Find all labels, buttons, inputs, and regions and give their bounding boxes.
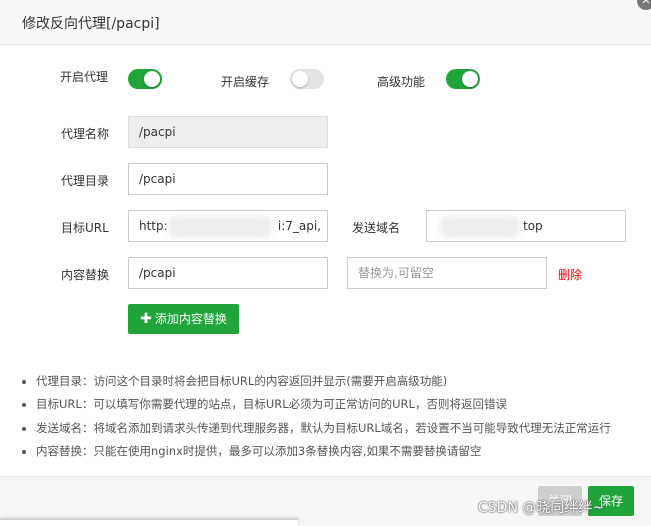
add-content-replace-button[interactable]: ✚ 添加内容替换 (128, 304, 239, 334)
cache-toggle[interactable] (290, 69, 324, 89)
proxy-name-field: /pacpi (128, 116, 328, 148)
send-domain-label: 发送域名 (352, 221, 401, 235)
toggle-knob (462, 71, 478, 87)
note-item: 目标URL：可以填写你需要代理的站点，目标URL必须为可正常访问的URL，否则将… (36, 395, 611, 418)
reverse-proxy-dialog: 修改反向代理[/pacpi] ✕ 开启代理 开启缓存 高级功能 代理名称 /pa… (0, 0, 651, 526)
redacted-blur (168, 216, 272, 238)
proxy-name-label: 代理名称 (61, 127, 110, 141)
add-content-replace-label: 添加内容替换 (154, 312, 227, 326)
content-replace-label: 内容替换 (61, 268, 110, 282)
content-replace-input[interactable]: /pcapi (128, 257, 328, 289)
proxy-toggle[interactable] (128, 69, 162, 89)
note-item: 发送域名：将域名添加到请求头传递到代理服务器，默认为目标URL域名，若设置不当可… (36, 419, 611, 442)
cache-toggle-label: 开启缓存 (221, 75, 270, 89)
replace-with-input[interactable]: 替换为,可留空 (347, 257, 547, 289)
advanced-toggle-label: 高级功能 (377, 75, 426, 89)
watermark: CSDN @晓同绊绊~ (478, 500, 605, 516)
target-url-label: 目标URL (61, 221, 109, 235)
advanced-toggle[interactable] (446, 69, 480, 89)
toggle-knob (144, 71, 160, 87)
note-item: 内容替换：只能在使用nginx时提供，最多可以添加3条替换内容,如果不需要替换请… (36, 442, 611, 465)
proxy-dir-label: 代理目录 (61, 174, 110, 188)
plus-icon: ✚ (140, 311, 152, 327)
dialog-title: 修改反向代理[/pacpi] (22, 16, 160, 32)
note-item: 代理目录：访问这个目录时将会把目标URL的内容返回并显示(需要开启高级功能) (36, 372, 611, 395)
target-url-value-end: i:7_api, (277, 219, 321, 233)
delete-link[interactable]: 删除 (558, 266, 582, 283)
toggle-knob (292, 71, 308, 87)
proxy-dir-input[interactable]: /pcapi (128, 163, 328, 195)
target-url-value-start: http: (139, 219, 168, 233)
send-domain-value-end: top (523, 219, 543, 233)
redacted-blur (440, 216, 520, 238)
help-notes: 代理目录：访问这个目录时将会把目标URL的内容返回并显示(需要开启高级功能) 目… (20, 372, 611, 465)
dialog-header: 修改反向代理[/pacpi] (0, 0, 651, 45)
proxy-toggle-label: 开启代理 (60, 70, 109, 84)
